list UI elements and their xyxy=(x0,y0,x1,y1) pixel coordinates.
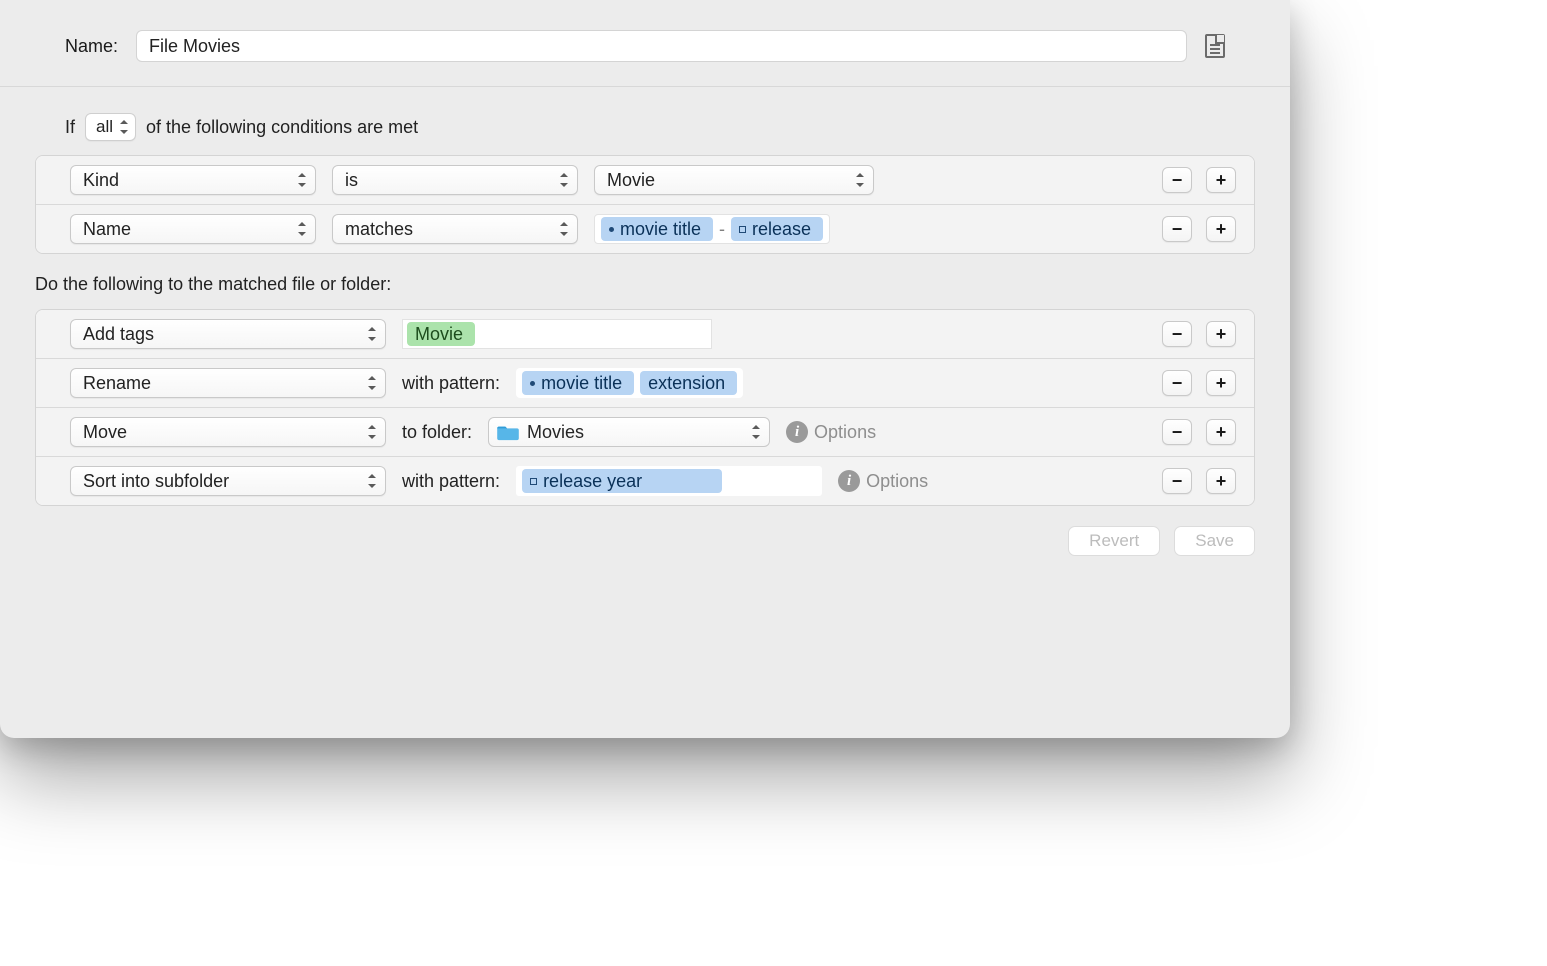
add-action-button[interactable]: + xyxy=(1206,419,1236,445)
dropdown-value: matches xyxy=(345,219,413,240)
with-pattern-label: with pattern: xyxy=(402,373,500,394)
remove-action-button[interactable]: − xyxy=(1162,370,1192,396)
remove-action-button[interactable]: − xyxy=(1162,321,1192,347)
add-condition-button[interactable]: + xyxy=(1206,167,1236,193)
add-condition-button[interactable]: + xyxy=(1206,216,1236,242)
chevron-up-down-icon xyxy=(368,474,376,488)
info-icon[interactable]: i xyxy=(838,470,860,492)
rule-editor-window: Name: If all of the following conditions… xyxy=(0,0,1290,738)
add-action-button[interactable]: + xyxy=(1206,370,1236,396)
condition-row: Kind is Movie − + xyxy=(36,156,1254,204)
chevron-up-down-icon xyxy=(560,222,568,236)
action-type-select[interactable]: Rename xyxy=(70,368,386,398)
chevron-up-down-icon xyxy=(368,376,376,390)
token-label: extension xyxy=(648,373,725,394)
action-row: Sort into subfolder with pattern: releas… xyxy=(36,456,1254,505)
square-icon xyxy=(530,478,537,485)
token-release-year[interactable]: release year xyxy=(522,469,722,493)
to-folder-label: to folder: xyxy=(402,422,472,443)
dot-icon xyxy=(530,381,535,386)
dropdown-value: Sort into subfolder xyxy=(83,471,229,492)
dropdown-value: Movies xyxy=(527,422,584,443)
token-separator: - xyxy=(719,219,725,240)
if-prefix: If xyxy=(65,117,75,138)
chevron-up-down-icon xyxy=(368,327,376,341)
token-movie-title[interactable]: movie title xyxy=(522,371,634,395)
revert-button[interactable]: Revert xyxy=(1068,526,1160,556)
conditions-any-all-select[interactable]: all xyxy=(85,113,136,141)
remove-condition-button[interactable]: − xyxy=(1162,167,1192,193)
subfolder-pattern-field[interactable]: release year xyxy=(516,466,822,496)
remove-action-button[interactable]: − xyxy=(1162,468,1192,494)
if-suffix: of the following conditions are met xyxy=(146,117,418,138)
with-pattern-label: with pattern: xyxy=(402,471,500,492)
save-button[interactable]: Save xyxy=(1174,526,1255,556)
actions-heading: Do the following to the matched file or … xyxy=(35,274,1255,295)
name-label: Name: xyxy=(65,36,118,57)
action-type-select[interactable]: Move xyxy=(70,417,386,447)
condition-value-select[interactable]: Movie xyxy=(594,165,874,195)
pattern-token-field[interactable]: movie title - release xyxy=(594,214,830,244)
token-label: movie title xyxy=(541,373,622,394)
dot-icon xyxy=(609,227,614,232)
chevron-up-down-icon xyxy=(560,173,568,187)
chevron-up-down-icon xyxy=(368,425,376,439)
notes-icon[interactable] xyxy=(1205,34,1225,58)
action-row: Move to folder: Movies i Opt xyxy=(36,407,1254,456)
destination-folder-select[interactable]: Movies xyxy=(488,417,770,447)
content-area: If all of the following conditions are m… xyxy=(0,87,1290,576)
rename-pattern-field[interactable]: movie title extension xyxy=(516,368,743,398)
square-icon xyxy=(739,226,746,233)
conditions-table: Kind is Movie − + xyxy=(35,155,1255,254)
chevron-up-down-icon xyxy=(298,222,306,236)
condition-row: Name matches movie title - xyxy=(36,204,1254,253)
info-icon[interactable]: i xyxy=(786,421,808,443)
chevron-up-down-icon xyxy=(120,120,128,134)
remove-condition-button[interactable]: − xyxy=(1162,216,1192,242)
dropdown-value: is xyxy=(345,170,358,191)
chevron-up-down-icon xyxy=(856,173,864,187)
dropdown-value: Add tags xyxy=(83,324,154,345)
add-action-button[interactable]: + xyxy=(1206,468,1236,494)
chevron-up-down-icon xyxy=(752,425,760,439)
folder-icon xyxy=(497,423,519,441)
action-type-select[interactable]: Add tags xyxy=(70,319,386,349)
dropdown-value: Rename xyxy=(83,373,151,394)
tags-field[interactable]: Movie xyxy=(402,319,712,349)
dropdown-value: Name xyxy=(83,219,131,240)
options-label[interactable]: Options xyxy=(814,422,876,443)
token-release[interactable]: release xyxy=(731,217,823,241)
dropdown-value: Movie xyxy=(607,170,655,191)
actions-table: Add tags Movie − + xyxy=(35,309,1255,506)
token-label: release xyxy=(752,219,811,240)
token-label: release year xyxy=(543,471,642,492)
dropdown-value: Kind xyxy=(83,170,119,191)
conditions-any-all-value: all xyxy=(96,117,113,137)
token-label: movie title xyxy=(620,219,701,240)
dropdown-value: Move xyxy=(83,422,127,443)
rule-name-input[interactable] xyxy=(136,30,1187,62)
remove-action-button[interactable]: − xyxy=(1162,419,1192,445)
header-row: Name: xyxy=(0,0,1290,87)
chevron-up-down-icon xyxy=(298,173,306,187)
action-row: Add tags Movie − + xyxy=(36,310,1254,358)
condition-attribute-select[interactable]: Name xyxy=(70,214,316,244)
action-type-select[interactable]: Sort into subfolder xyxy=(70,466,386,496)
token-movie-title[interactable]: movie title xyxy=(601,217,713,241)
if-sentence: If all of the following conditions are m… xyxy=(65,113,1255,141)
token-extension[interactable]: extension xyxy=(640,371,737,395)
condition-attribute-select[interactable]: Kind xyxy=(70,165,316,195)
action-row: Rename with pattern: movie title extensi… xyxy=(36,358,1254,407)
add-action-button[interactable]: + xyxy=(1206,321,1236,347)
footer-buttons: Revert Save xyxy=(35,526,1255,556)
condition-operator-select[interactable]: is xyxy=(332,165,578,195)
options-label[interactable]: Options xyxy=(866,471,928,492)
tag-token-movie[interactable]: Movie xyxy=(407,322,475,346)
do-label: Do the following to the matched file or … xyxy=(35,274,391,295)
condition-operator-select[interactable]: matches xyxy=(332,214,578,244)
token-label: Movie xyxy=(415,324,463,345)
